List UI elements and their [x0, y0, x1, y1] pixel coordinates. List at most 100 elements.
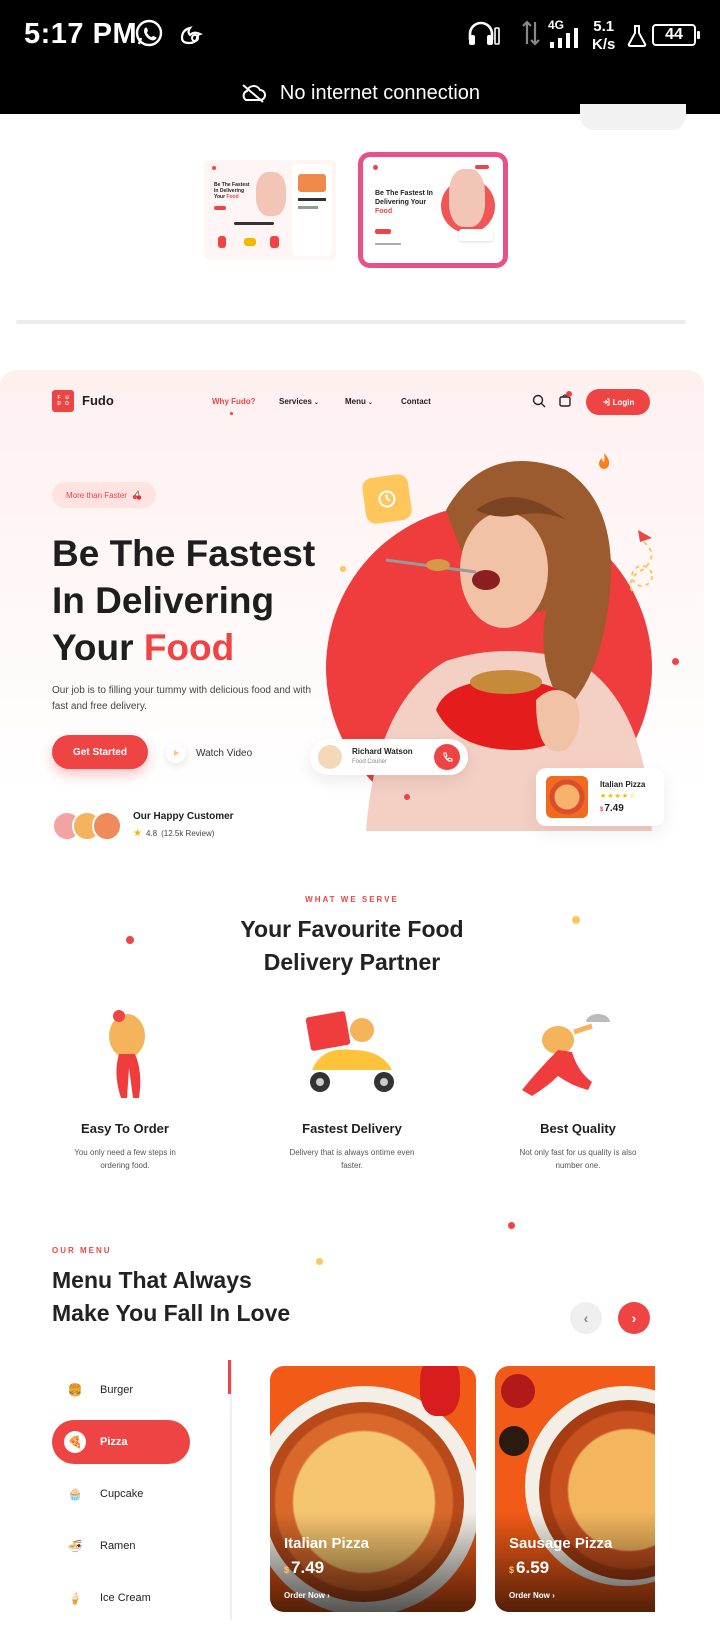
net-speed-unit: K/s — [592, 36, 616, 53]
ice-cream-icon: 🍦 — [67, 1591, 83, 1605]
paper-plane-icon — [629, 530, 653, 595]
category-ramen[interactable]: 🍜 Ramen — [52, 1524, 190, 1568]
category-pizza[interactable]: 🍕 Pizza — [52, 1420, 190, 1464]
flask-icon — [627, 25, 647, 47]
category-cupcake[interactable]: 🧁 Cupcake — [52, 1472, 190, 1516]
play-icon — [166, 743, 186, 763]
pizza-price: $7.49 — [600, 803, 624, 814]
star-icon: ★ — [133, 828, 142, 839]
brand-logo-mark[interactable]: FU DO — [52, 390, 74, 412]
category-ice-cream[interactable]: 🍦 Ice Cream — [52, 1576, 190, 1620]
thumb-card — [459, 229, 493, 241]
login-label: Login — [612, 397, 635, 407]
thumb-hero-image — [449, 169, 485, 227]
search-icon[interactable] — [532, 394, 546, 408]
category-label: Ice Cream — [100, 1592, 151, 1604]
feature-desc: You only need a few steps in ordering fo… — [74, 1148, 176, 1170]
product-card[interactable]: Sausage Pizza $6.59 Order Now › — [495, 1366, 655, 1612]
hero-badge: More than Faster — [52, 482, 156, 508]
ordering-illustration — [109, 1010, 145, 1098]
landing-preview: FU DO Fudo Why Fudo? Services ⌄ Menu ⌄ Con… — [0, 370, 704, 1640]
net-speed-value: 5.1 — [593, 18, 615, 35]
thumb-logo — [212, 166, 216, 170]
login-button[interactable]: Login — [586, 389, 650, 415]
decor-dot — [672, 658, 679, 665]
nav-why-fudo[interactable]: Why Fudo? — [212, 397, 256, 406]
uc-browser-icon — [180, 26, 203, 45]
clock-icon — [378, 490, 396, 508]
nav-contact[interactable]: Contact — [401, 397, 431, 406]
preview-thumbnail-2-selected[interactable]: Be The Fastest In Delivering Your Food — [358, 152, 508, 268]
courier-name: Richard Watson — [352, 747, 413, 756]
product-name: Italian Pizza — [284, 1535, 370, 1552]
get-started-button[interactable]: Get Started — [52, 735, 148, 769]
feature-desc: Delivery that is always ontime even fast… — [289, 1148, 415, 1170]
chevron-right-icon: › — [327, 1591, 330, 1600]
thumb-feature — [218, 236, 226, 248]
product-price: $6.59 — [509, 1558, 550, 1577]
happy-customer-title: Our Happy Customer — [133, 811, 234, 822]
category-label: Ramen — [100, 1540, 136, 1552]
product-pepper — [420, 1366, 460, 1416]
feature-easy-to-order: Easy To Order You only need a few steps … — [35, 1010, 215, 1172]
courier-role: Food Courier — [352, 759, 388, 765]
pizza-stars: ★★★★☆ — [600, 793, 637, 800]
nav-menu[interactable]: Menu ⌄ — [345, 397, 373, 406]
cupcake-icon: 🧁 — [67, 1487, 83, 1501]
hero-title-highlight: Food — [143, 627, 235, 668]
thumb-title: Be The Fastest In Delivering Your Food — [214, 182, 250, 200]
product-sauce — [501, 1374, 535, 1408]
thumb-logo — [373, 165, 378, 170]
featured-pizza-card[interactable]: Italian Pizza ★★★★☆ $7.49 — [536, 768, 664, 826]
category-label: Pizza — [100, 1436, 128, 1448]
customer-rating: ★ 4.8 (12.5k Review) — [133, 828, 214, 839]
category-list: 🍔 Burger 🍕 Pizza 🧁 Cupcake 🍜 Ramen 🍦 Ice… — [52, 1360, 232, 1620]
scooter-illustration — [305, 1011, 394, 1092]
nav-services[interactable]: Services ⌄ — [279, 397, 319, 406]
hero-badge-text: More than Faster — [66, 490, 127, 500]
clock-tile — [361, 473, 413, 525]
hero-title: Be The Fastest In Delivering Your Food — [52, 530, 372, 671]
thumb-side-panel — [292, 164, 332, 256]
carousel-prev-button[interactable]: ‹ — [570, 1302, 602, 1334]
battery-level: 44 — [652, 24, 700, 46]
customer-avatars — [52, 811, 122, 841]
cart-badge — [566, 391, 572, 397]
product-card[interactable]: Italian Pizza $7.49 Order Now › — [270, 1366, 476, 1612]
feature-best-quality: Best Quality Not only fast for us qualit… — [488, 1010, 668, 1172]
thumb-line — [375, 243, 401, 245]
burger-icon: 🍔 — [67, 1383, 83, 1397]
feature-desc: Not only fast for us quality is also num… — [519, 1148, 637, 1170]
call-button[interactable] — [434, 744, 460, 770]
pizza-thumbnail — [546, 776, 588, 818]
chevron-right-icon: › — [552, 1591, 555, 1600]
feature-title: Best Quality — [540, 1121, 616, 1136]
signal-icon — [550, 28, 578, 48]
courier-card: Richard Watson Food Courier — [310, 739, 468, 775]
cherry-icon — [132, 490, 142, 500]
hero-subtitle: Our job is to filling your tummy with de… — [52, 685, 312, 712]
screen: 5:17 PM 4G 5.1 K/s 44 No internet connec… — [0, 0, 720, 1640]
hero-title-line: Be The Fastest — [52, 533, 316, 574]
chevron-down-icon: ⌄ — [367, 400, 373, 406]
order-now-link[interactable]: Order Now › — [509, 1591, 555, 1600]
hero-title-line: In Delivering — [52, 580, 275, 621]
brand-name[interactable]: Fudo — [82, 393, 114, 408]
data-transfer-icon — [522, 20, 540, 46]
section-kicker: WHAT WE SERVE — [305, 895, 399, 904]
section-divider — [16, 320, 686, 324]
thumb-hero-image — [256, 172, 286, 216]
thumb-heading — [234, 222, 274, 225]
watch-video-button[interactable]: Watch Video — [166, 743, 252, 763]
nav-active-dot — [230, 412, 233, 415]
preview-thumbnail-1[interactable]: Be The Fastest In Delivering Your Food — [204, 160, 336, 260]
order-now-link[interactable]: Order Now › — [284, 1591, 330, 1600]
avatar — [92, 811, 122, 841]
chevron-down-icon: ⌄ — [313, 400, 319, 406]
whatsapp-icon — [135, 19, 163, 47]
status-bar: 5:17 PM 4G 5.1 K/s 44 — [0, 0, 720, 72]
category-burger[interactable]: 🍔 Burger — [52, 1368, 190, 1412]
feature-title: Easy To Order — [81, 1121, 169, 1136]
carousel-next-button[interactable]: › — [618, 1302, 650, 1334]
hero-title-line: Your Food — [52, 627, 235, 668]
